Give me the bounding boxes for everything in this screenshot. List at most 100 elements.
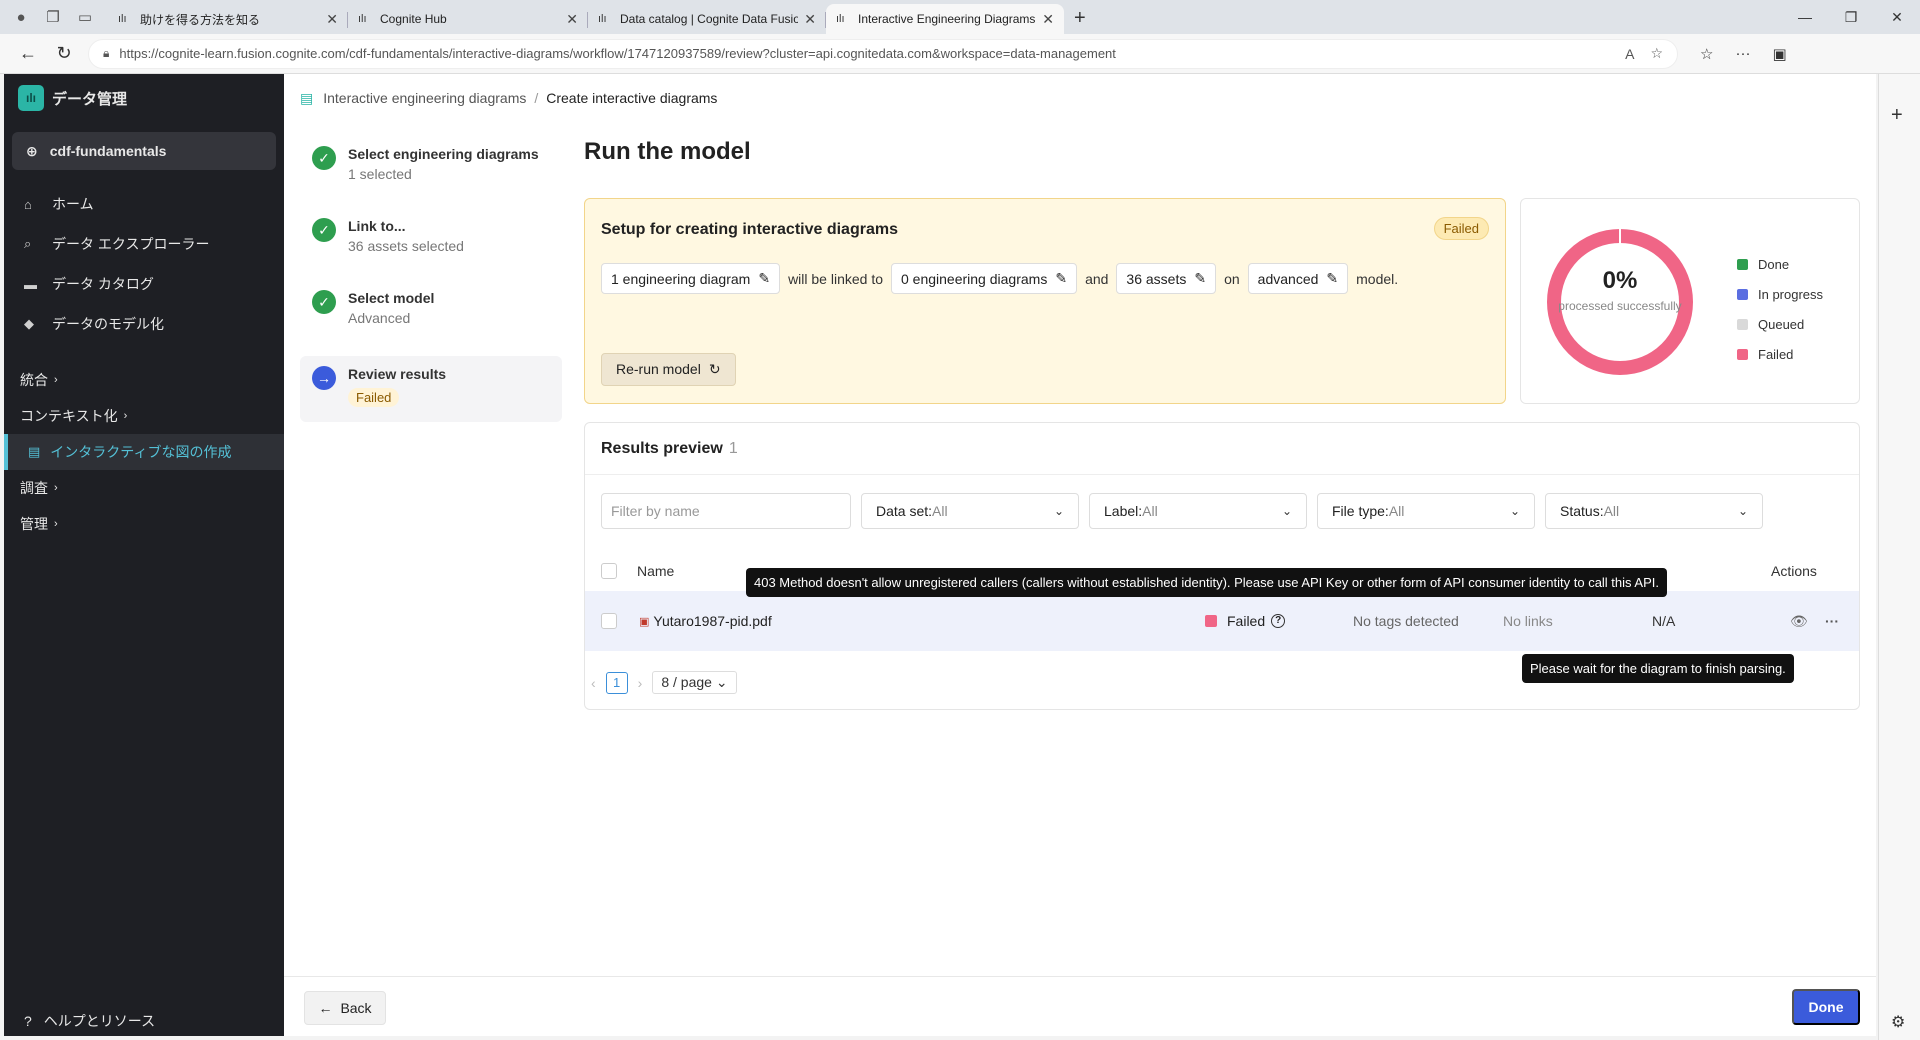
sidebar-group-integrate[interactable]: 統合 › xyxy=(4,362,284,398)
sidebar: ılı データ管理 ⊕ cdf-fundamentals ⌂ ホーム ⌕ データ… xyxy=(4,74,284,1036)
browser-tab-2[interactable]: ılı Cognite Hub ✕ xyxy=(348,4,588,34)
column-name[interactable]: Name xyxy=(637,563,674,579)
close-tab-icon[interactable]: ✕ xyxy=(1042,11,1054,28)
minimize-icon[interactable]: — xyxy=(1782,0,1828,34)
workspace-brand[interactable]: ılı データ管理 xyxy=(4,74,284,122)
sidebar-group-manage[interactable]: 管理 › xyxy=(4,506,284,542)
close-window-icon[interactable]: ✕ xyxy=(1874,0,1920,34)
chevron-right-icon: › xyxy=(54,482,58,494)
edit-model-chip[interactable]: advanced ✎ xyxy=(1247,263,1349,294)
chevron-down-icon: ⌄ xyxy=(1509,504,1520,518)
breadcrumb-current: Create interactive diagrams xyxy=(546,90,718,106)
filter-name-input[interactable]: Filter by name xyxy=(601,493,851,529)
close-tab-icon[interactable]: ✕ xyxy=(566,11,578,28)
pencil-icon: ✎ xyxy=(1055,270,1068,286)
file-type-filter-select[interactable]: File type:All ⌄ xyxy=(1317,493,1535,529)
status-filter-select[interactable]: Status:All ⌄ xyxy=(1545,493,1763,529)
restore-icon[interactable]: ❐ xyxy=(1828,0,1874,34)
cognite-favicon-icon: ılı xyxy=(358,13,367,25)
sidebar-item-interactive-diagrams[interactable]: ▤ インタラクティブな図の作成 xyxy=(4,434,284,470)
collections-icon[interactable]: ❐ xyxy=(44,8,62,26)
prev-page-icon[interactable]: ‹ xyxy=(591,675,596,691)
search-icon: ⌕ xyxy=(24,236,32,251)
browser-tab-4[interactable]: ılı Interactive Engineering Diagrams ✕ xyxy=(826,4,1064,34)
row-linked: No links xyxy=(1503,613,1553,629)
new-tab-icon[interactable]: + xyxy=(1074,7,1086,30)
dataset-filter-select[interactable]: Data set:All ⌄ xyxy=(861,493,1079,529)
more-actions-icon[interactable]: ··· xyxy=(1825,613,1839,629)
url-field[interactable]: 🔒︎ https://cognite-learn.fusion.cognite.… xyxy=(88,38,1678,69)
legend-queued: Queued xyxy=(1737,309,1823,339)
project-selector[interactable]: ⊕ cdf-fundamentals xyxy=(12,132,276,170)
sidebar-group-investigate[interactable]: 調査 › xyxy=(4,470,284,506)
row-name[interactable]: ▣ Yutaro1987-pid.pdf xyxy=(639,613,772,629)
diagram-icon: ▤ xyxy=(28,444,41,459)
chevron-right-icon: › xyxy=(123,410,128,422)
favorite-star-icon[interactable]: ☆ xyxy=(1650,45,1663,62)
cognite-favicon-icon: ılı xyxy=(118,13,127,25)
next-page-icon[interactable]: › xyxy=(638,675,643,691)
help-circle-icon: ? xyxy=(24,1013,32,1029)
check-circle-icon: ✓ xyxy=(312,146,336,170)
page-size-select[interactable]: 8 / page ⌄ xyxy=(652,671,737,694)
step-select-diagrams[interactable]: ✓ Select engineering diagrams 1 selected xyxy=(300,136,562,208)
sidebar-group-contextualize[interactable]: コンテキスト化 › xyxy=(4,398,284,434)
sidebar-item-data-explorer[interactable]: ⌕ データ エクスプローラー xyxy=(4,224,284,264)
table-row[interactable]: ▣ Yutaro1987-pid.pdf Failed? No tags dete… xyxy=(585,591,1859,651)
column-actions: Actions xyxy=(1771,563,1817,579)
sidebar-item-data-catalog[interactable]: ▬ データ カタログ xyxy=(4,264,284,304)
failed-status-swatch xyxy=(1205,615,1217,627)
edit-linked-diagrams-chip[interactable]: 0 engineering diagrams ✎ xyxy=(891,263,1078,294)
step-review-results[interactable]: → Review results Failed xyxy=(300,356,562,422)
eye-icon[interactable]: 👁︎ xyxy=(1790,613,1808,630)
legend-done: Done xyxy=(1737,249,1823,279)
cognite-logo-icon: ılı xyxy=(18,85,44,111)
breadcrumb-root-link[interactable]: Interactive engineering diagrams xyxy=(323,90,526,106)
select-all-checkbox[interactable] xyxy=(601,563,617,579)
progress-legend: Done In progress Queued Failed xyxy=(1737,249,1823,369)
rerun-model-button[interactable]: Re-run model ↻ xyxy=(601,353,736,386)
lock-icon[interactable]: 🔒︎ xyxy=(103,46,109,61)
read-aloud-icon[interactable]: A xyxy=(1625,46,1634,62)
add-icon[interactable]: + xyxy=(1891,104,1903,127)
browser-tab-3[interactable]: ılı Data catalog | Cognite Data Fusion ✕ xyxy=(588,4,826,34)
label-filter-select[interactable]: Label:All ⌄ xyxy=(1089,493,1307,529)
edge-sidebar: + ⚙ xyxy=(1878,74,1920,1040)
globe-icon: ⊕ xyxy=(26,142,38,159)
row-checkbox[interactable] xyxy=(601,613,617,629)
profile-icon[interactable]: ● xyxy=(12,8,30,26)
close-tab-icon[interactable]: ✕ xyxy=(326,11,338,28)
more-menu-icon[interactable]: ··· xyxy=(1735,45,1750,63)
cube-icon: ◆ xyxy=(24,316,34,331)
favorites-icon[interactable]: ☆ xyxy=(1700,45,1713,63)
back-arrow-icon[interactable]: ← xyxy=(10,43,46,64)
parsing-tooltip: Please wait for the diagram to finish pa… xyxy=(1522,654,1794,683)
sidebar-item-home[interactable]: ⌂ ホーム xyxy=(4,184,284,224)
browser-tab-1[interactable]: ılı 助けを得る方法を知る ✕ xyxy=(108,4,348,34)
step-link-to[interactable]: ✓ Link to... 36 assets selected xyxy=(300,208,562,280)
back-button[interactable]: ← Back xyxy=(304,991,386,1025)
legend-in-progress: In progress xyxy=(1737,279,1823,309)
sidebar-toggle-icon[interactable]: ▣ xyxy=(1772,45,1786,63)
chevron-right-icon: › xyxy=(54,374,58,386)
close-tab-icon[interactable]: ✕ xyxy=(804,11,816,28)
refresh-icon: ↻ xyxy=(708,361,721,377)
setup-sentence: 1 engineering diagram ✎ will be linked to… xyxy=(601,263,1398,294)
help-circle-icon[interactable]: ? xyxy=(1271,614,1286,628)
tab-actions-icon[interactable]: ▭ xyxy=(76,8,94,26)
edit-diagrams-chip[interactable]: 1 engineering diagram ✎ xyxy=(601,263,781,294)
refresh-icon[interactable]: ↻ xyxy=(46,43,82,64)
edit-assets-chip[interactable]: 36 assets ✎ xyxy=(1116,263,1217,294)
row-status: No tags detected xyxy=(1353,613,1459,629)
sidebar-item-data-modeling[interactable]: ◆ データのモデル化 xyxy=(4,304,284,344)
settings-gear-icon[interactable]: ⚙ xyxy=(1891,1012,1905,1032)
percent-label: 0% xyxy=(1602,267,1638,294)
step-select-model[interactable]: ✓ Select model Advanced xyxy=(300,280,562,352)
page-title: Run the model xyxy=(584,138,751,165)
check-circle-icon: ✓ xyxy=(312,290,336,314)
help-and-resources[interactable]: ? ヘルプとリソース xyxy=(4,1006,284,1036)
page-1-button[interactable]: 1 xyxy=(605,671,628,694)
done-button[interactable]: Done xyxy=(1792,989,1860,1025)
results-filters: Filter by name Data set:All ⌄ Label:All ⌄ … xyxy=(601,493,1763,529)
pagination: ‹ 1 › 8 / page ⌄ xyxy=(591,671,737,694)
